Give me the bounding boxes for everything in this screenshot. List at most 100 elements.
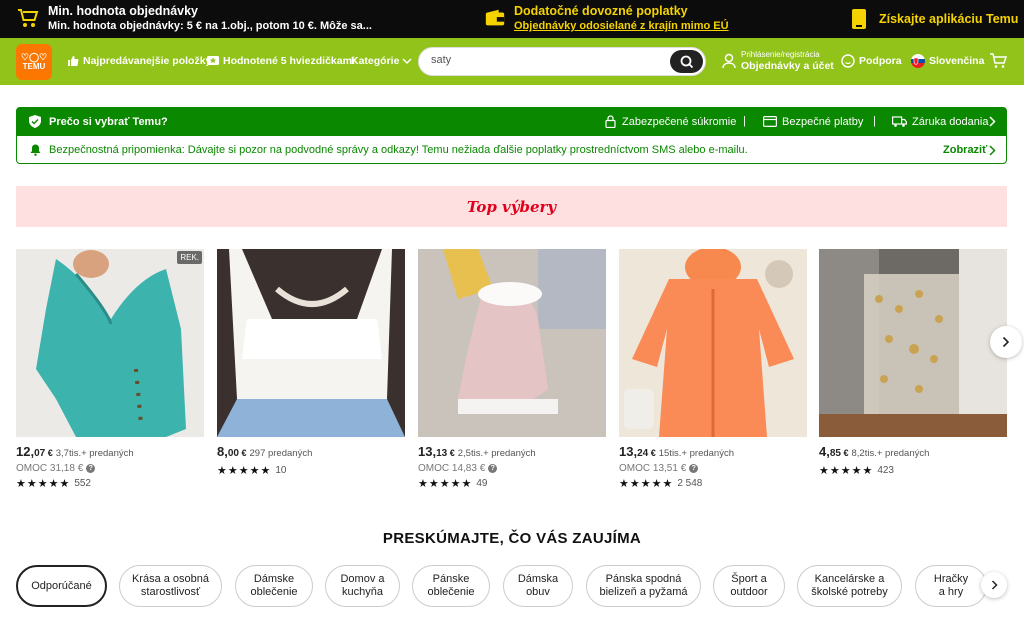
rrp-label: OMOC 31,18 € [16,463,84,474]
phone-icon [852,9,866,29]
category-pill-sport-outdoor[interactable]: Šport a outdoor [713,565,785,607]
nav-language[interactable]: Slovenčina [911,54,984,68]
account-menu[interactable]: Prihlásenie/registrácia Objednávky a úče… [722,50,834,72]
product-rating: ★★★★★ 552 [16,477,204,490]
promo-bar: Min. hodnota objednávky Min. hodnota obj… [0,0,1024,38]
category-pill-toys-games[interactable]: Hračky a hry [915,565,987,607]
price-int: 8, [217,444,228,459]
why-temu-bar[interactable]: Prečo si vybrať Temu? Zabezpečené súkrom… [17,108,1006,136]
category-pill-home-kitchen[interactable]: Domov a kuchyňa [325,565,400,607]
product-card[interactable]: 13, 13 €2,5tis.+ predaných OMOC 14,83 €? … [418,249,606,490]
pill-label-line1: Dámska [517,573,559,585]
price-dec: 24 [637,448,649,459]
product-image-white-top[interactable] [217,249,405,437]
rrp-price: OMOC 31,18 €? [16,463,204,474]
review-count: 2 548 [677,478,703,489]
star-rating-icon: ★★★★★ [16,478,71,490]
product-card[interactable]: 8, 00 €297 predaných ★★★★★ 10 [217,249,405,477]
product-price: 13, 24 €15tis.+ predaných [619,444,807,459]
shopping-cart-icon[interactable] [989,53,1007,69]
pill-label: Pánske oblečenie [427,573,474,599]
top-picks-title: Top výbery [466,197,557,216]
temu-logo[interactable]: ♡◯♡ TEMU [16,44,52,80]
price-int: 13, [418,444,437,459]
search-input[interactable] [431,54,661,66]
rrp-price: OMOC 13,51 €? [619,463,807,474]
pill-label-line2: starostlivosť [140,586,201,598]
get-app-label: Získajte aplikáciu Temu [879,12,1019,26]
product-image-orange-sweater[interactable] [619,249,807,437]
truck-icon [892,116,907,127]
product-image-jewelry-stand[interactable] [819,249,1007,437]
product-rating: ★★★★★ 2 548 [619,477,807,490]
pill-label-line1: Pánske [432,573,470,585]
user-icon [722,53,736,69]
price-currency: € [241,448,247,458]
nav-support[interactable]: Podpora [841,54,902,68]
product-image-teal-dress[interactable]: REK. [16,249,204,437]
product-price: 12, 07 €3,7tis.+ predaných [16,444,204,459]
nav-five-star[interactable]: Hodnotené 5 hviezdičkami [207,55,355,67]
pill-label: Hračky a hry [934,573,968,599]
chevron-right-icon [1002,336,1010,348]
teal-dress-illustration [16,249,204,437]
ad-badge[interactable]: REK. [177,251,202,264]
category-pill-womens-shoes[interactable]: Dámska obuv [503,565,573,607]
shield-check-icon [29,115,41,128]
import-fees-promo[interactable]: Dodatočné dovozné poplatky Objednávky od… [484,3,729,33]
import-fees-link[interactable]: Objednávky odosielané z krajín mimo EÚ [514,19,729,33]
thumbs-up-icon [68,56,79,66]
pill-label: Kancelárske a školské potreby [811,573,887,599]
privacy-label: Zabezpečené súkromie [622,116,737,128]
main-nav: ♡◯♡ TEMU Najpredávanejšie položky Hodnot… [0,38,1024,85]
support-icon [841,54,855,68]
safety-box: Prečo si vybrať Temu? Zabezpečené súkrom… [16,107,1007,164]
price-currency: € [843,448,849,458]
category-pill-office-school[interactable]: Kancelárske a školské potreby [797,565,902,607]
category-pill-womens-clothing[interactable]: Dámske oblečenie [235,565,313,607]
sold-count: 3,7tis.+ predaných [55,448,134,459]
category-pill-mens-underwear[interactable]: Pánska spodná bielizeň a pyžamá [586,565,701,607]
min-order-promo[interactable]: Min. hodnota objednávky Min. hodnota obj… [16,3,372,33]
info-icon[interactable]: ? [689,464,699,473]
product-card[interactable]: 13, 24 €15tis.+ predaných OMOC 13,51 €? ★… [619,249,807,490]
orange-sweater-dress-illustration [619,249,807,437]
price-currency: € [47,448,53,458]
search-button[interactable] [670,50,703,73]
price-dec: 13 [436,448,448,459]
rrp-label: OMOC 14,83 € [418,463,486,474]
carousel-next-button[interactable] [990,326,1022,358]
price-dec: 85 [829,448,841,459]
nav-language-label: Slovenčina [929,55,985,67]
categories-next-button[interactable] [981,572,1007,598]
nav-best-sellers[interactable]: Najpredávanejšie položky [67,55,211,67]
product-card[interactable]: 4, 85 €8,2tis.+ predaných ★★★★★ 423 [819,249,1007,477]
top-picks-banner[interactable]: Top výbery [16,186,1007,227]
show-notice-link[interactable]: Zobraziť [943,144,987,156]
chevron-right-icon [989,145,996,156]
info-icon[interactable]: ? [488,464,498,473]
jewelry-stand-illustration [819,249,1007,437]
price-dec: 07 [34,448,46,459]
pill-label: Dámska obuv [518,573,558,599]
rrp-price: OMOC 14,83 €? [418,463,606,474]
info-icon[interactable]: ? [86,464,96,473]
nav-categories[interactable]: Kategórie [351,55,412,67]
lock-icon [605,115,616,128]
price-int: 4, [819,444,830,459]
category-pill-recommended[interactable]: Odporúčané [16,565,107,607]
logo-text: TEMU [22,62,46,71]
get-app-promo[interactable]: Získajte aplikáciu Temu [851,9,1018,29]
product-card[interactable]: REK. 12, 07 €3,7tis.+ predaných OMOC 31,1… [16,249,204,490]
security-notice[interactable]: Bezpečnostná pripomienka: Dávajte si poz… [17,136,1006,164]
price-int: 12, [16,444,35,459]
product-image-pink-boots[interactable] [418,249,606,437]
card-icon [763,116,777,127]
pill-label-line1: Šport a [731,573,767,585]
payments-label: Bezpečné platby [782,116,864,128]
product-rating: ★★★★★ 49 [418,477,606,490]
category-pill-beauty[interactable]: Krása a osobná starostlivosť [119,565,222,607]
review-count: 552 [74,478,91,489]
category-pill-mens-clothing[interactable]: Pánske oblečenie [412,565,490,607]
product-price: 4, 85 €8,2tis.+ predaných [819,444,1007,459]
